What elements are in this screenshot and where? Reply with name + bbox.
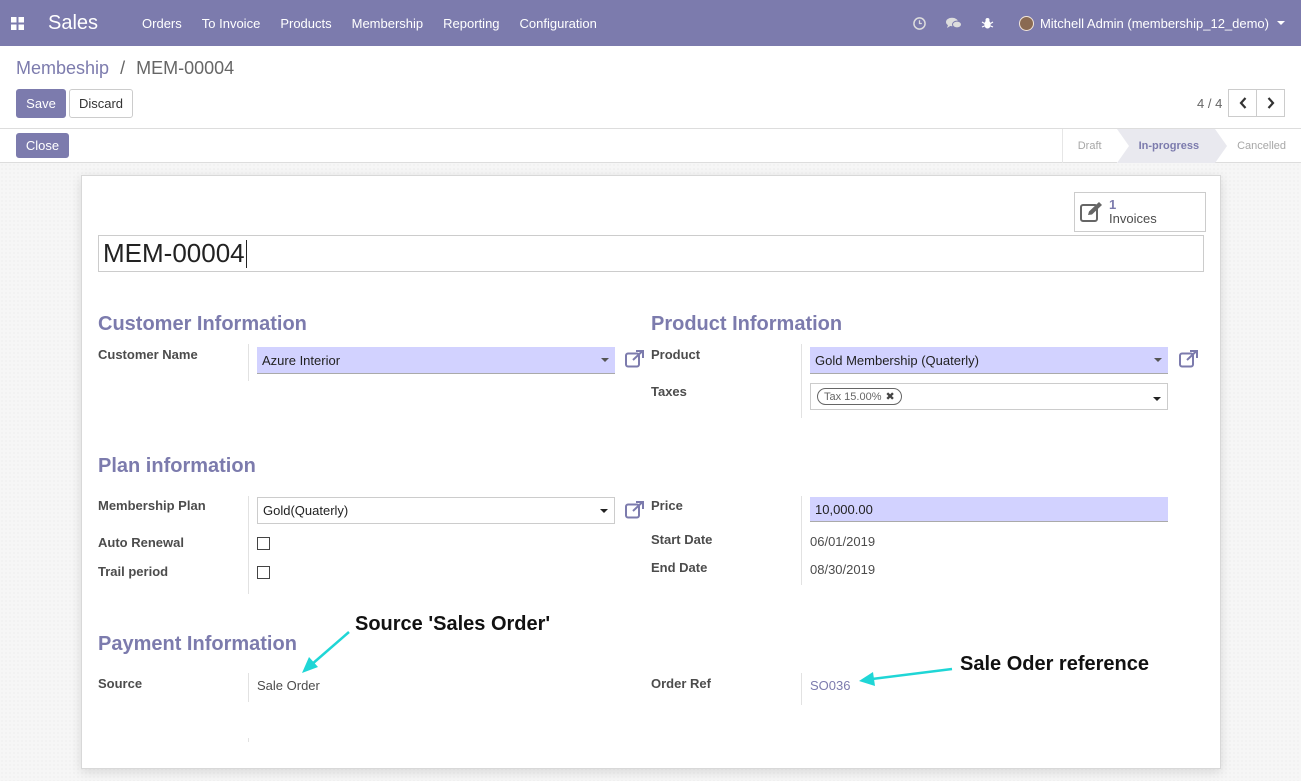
arrow-to-order-ref	[859, 667, 953, 686]
annotation-arrows	[302, 631, 953, 686]
arrow-to-source	[302, 631, 350, 673]
